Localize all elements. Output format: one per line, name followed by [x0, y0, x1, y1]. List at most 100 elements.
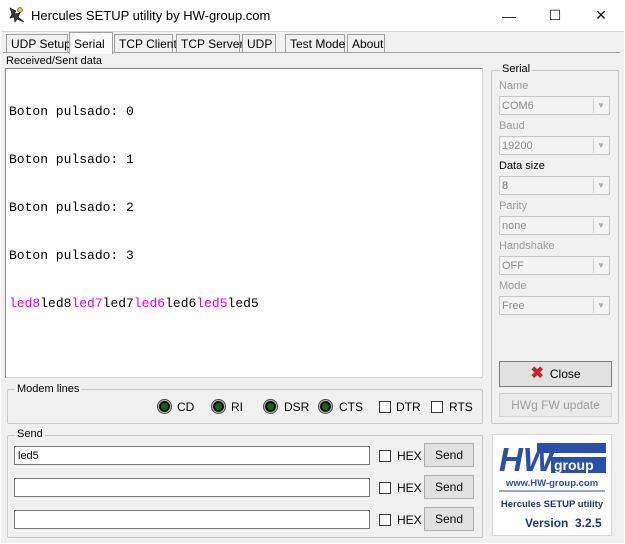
fw-update-label: HWg FW update — [511, 398, 600, 412]
chevron-down-icon: ▼ — [593, 178, 608, 193]
tab-label: UDP — [247, 37, 273, 51]
handshake-value: OFF — [502, 259, 524, 272]
hex-label: HEX — [397, 513, 422, 527]
dsr-label: DSR — [284, 400, 310, 414]
tab-test-mode[interactable]: Test Mode — [285, 34, 345, 53]
hw-group-logo: HW group www.HW-group.com Hercules SETUP… — [492, 434, 612, 536]
hex-checkbox-1[interactable] — [379, 450, 391, 462]
received-line: Boton pulsado: 3 — [9, 248, 134, 263]
data-size-label: Data size — [499, 160, 545, 172]
close-window-button[interactable]: ✕ — [578, 0, 624, 31]
mode-select[interactable]: Free ▼ — [499, 296, 610, 315]
send-input-1[interactable]: led5 — [14, 446, 370, 465]
tab-tcp-client[interactable]: TCP Client — [114, 34, 177, 53]
minimize-button[interactable]: — — [486, 0, 532, 31]
baud-value: 19200 — [502, 139, 533, 152]
hercules-app-icon — [9, 7, 25, 23]
close-port-button[interactable]: ✖ Close — [499, 361, 612, 387]
chevron-down-icon: ▼ — [593, 138, 608, 153]
hex-checkbox-2[interactable] — [379, 482, 391, 494]
tab-udp-setup[interactable]: UDP Setup — [6, 34, 71, 53]
data-size-select[interactable]: 8 ▼ — [499, 176, 610, 195]
dtr-checkbox[interactable] — [379, 401, 391, 413]
parity-value: none — [502, 219, 527, 232]
sent-segment: led8 — [9, 296, 41, 311]
send-input-3[interactable] — [14, 510, 370, 529]
window-title: Hercules SETUP utility by HW-group.com — [31, 8, 271, 23]
send-button-2[interactable]: Send — [424, 475, 474, 499]
ri-indicator-icon — [211, 399, 226, 414]
logo-product: Hercules SETUP utility — [501, 499, 604, 510]
echo-segment: led5 — [227, 296, 259, 311]
parity-select[interactable]: none ▼ — [499, 216, 610, 235]
send-button-3[interactable]: Send — [424, 507, 474, 531]
sent-segment: led6 — [133, 296, 166, 311]
cts-label: CTS — [339, 400, 363, 414]
port-name-value: COM6 — [502, 99, 534, 112]
send-input-value: led5 — [18, 449, 39, 462]
data-size-value: 8 — [502, 179, 509, 192]
tab-label: UDP Setup — [11, 37, 71, 51]
rts-label: RTS — [449, 400, 473, 414]
close-button-label: Close — [549, 367, 581, 381]
dsr-indicator-icon — [263, 399, 278, 414]
tab-label: Test Mode — [290, 37, 346, 51]
hw-group-logo-graphic: HW group www.HW-group.com Hercules SETUP… — [497, 441, 607, 530]
mode-label: Mode — [499, 280, 527, 292]
cts-indicator-icon — [318, 399, 333, 414]
logo-group-text: group — [554, 457, 594, 473]
logo-url: www.HW-group.com — [505, 478, 598, 489]
mode-value: Free — [502, 299, 525, 312]
tab-about[interactable]: About — [347, 34, 385, 53]
send-group-label: Send — [15, 428, 45, 440]
version-number: 3.2.5 — [575, 516, 602, 530]
tab-serial[interactable]: Serial — [69, 32, 113, 54]
send-button-1[interactable]: Send — [424, 443, 474, 467]
handshake-select[interactable]: OFF ▼ — [499, 256, 610, 275]
baud-select[interactable]: 19200 ▼ — [499, 136, 610, 155]
sent-segment: led5 — [196, 296, 228, 311]
logo-hw-text: HW — [499, 441, 557, 478]
received-data-label: Received/Sent data — [6, 55, 103, 67]
send-button-label: Send — [434, 448, 464, 462]
close-icon: ✕ — [595, 7, 607, 23]
hex-label: HEX — [397, 449, 422, 463]
ri-label: RI — [231, 400, 243, 414]
tab-tcp-server[interactable]: TCP Server — [176, 34, 244, 53]
name-label: Name — [499, 80, 529, 92]
port-name-select[interactable]: COM6 ▼ — [499, 96, 610, 115]
chevron-down-icon: ▼ — [593, 98, 608, 113]
cd-indicator-icon — [157, 399, 172, 414]
send-input-2[interactable] — [14, 478, 370, 497]
hex-label: HEX — [397, 481, 422, 495]
send-button-label: Send — [434, 480, 464, 494]
sent-data-line: led8led8led7led7led6led6led5led5 — [9, 296, 479, 312]
received-line: Boton pulsado: 0 — [9, 104, 134, 119]
modem-lines-label: Modem lines — [15, 383, 82, 395]
cd-label: CD — [177, 400, 195, 414]
version-label: Version — [525, 516, 568, 530]
sent-segment: led7 — [71, 296, 103, 311]
handshake-label: Handshake — [499, 240, 555, 252]
baud-label: Baud — [499, 120, 525, 132]
tab-udp[interactable]: UDP — [242, 34, 276, 53]
echo-segment: led6 — [165, 296, 197, 311]
echo-segment: led7 — [102, 296, 134, 311]
received-data-textarea[interactable]: Boton pulsado: 0 Boton pulsado: 1 Boton … — [5, 68, 483, 378]
maximize-icon: ☐ — [548, 7, 562, 23]
parity-label: Parity — [499, 200, 528, 212]
maximize-button[interactable]: ☐ — [532, 0, 578, 31]
fw-update-button[interactable]: HWg FW update — [499, 393, 612, 417]
chevron-down-icon: ▼ — [593, 218, 608, 233]
tab-label: TCP Server — [181, 37, 244, 51]
minimize-icon: — — [502, 7, 516, 24]
serial-group-label: Serial — [500, 63, 533, 75]
rts-checkbox[interactable] — [431, 401, 443, 413]
tab-label: About — [352, 37, 384, 51]
send-button-label: Send — [434, 512, 464, 526]
chevron-down-icon: ▼ — [593, 298, 608, 313]
chevron-down-icon: ▼ — [593, 258, 608, 273]
red-x-icon: ✖ — [530, 365, 544, 382]
hex-checkbox-3[interactable] — [379, 514, 391, 526]
echo-segment: led8 — [40, 296, 72, 311]
